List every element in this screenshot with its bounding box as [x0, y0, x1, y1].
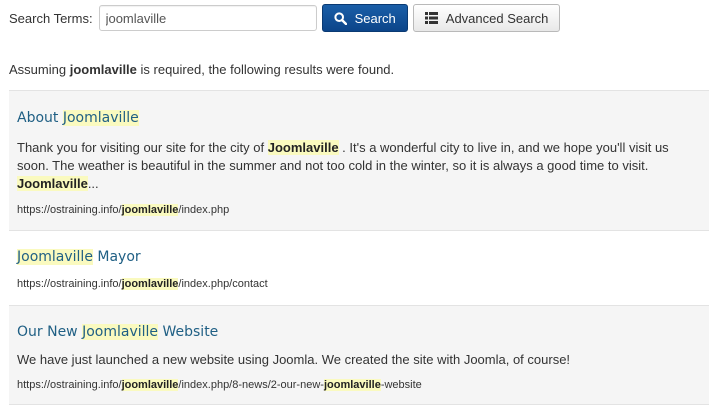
search-icon — [333, 11, 347, 25]
url-highlight: joomlaville — [121, 379, 179, 391]
search-summary: Assuming joomlaville is required, the fo… — [9, 62, 394, 77]
text-part: Thank you for visiting our site for the … — [17, 140, 268, 155]
url-part: /index.php/contact — [178, 278, 268, 290]
search-result: Our New Joomlaville Website We have just… — [9, 305, 709, 405]
text-highlight: Joomlaville — [267, 140, 339, 155]
title-highlight: Joomlaville — [82, 324, 159, 340]
search-button-label: Search — [354, 10, 396, 26]
url-part: /index.php — [178, 204, 230, 216]
result-title-link[interactable]: Joomlaville Mayor — [17, 248, 141, 266]
search-results: About Joomlaville Thank you for visiting… — [9, 90, 709, 405]
result-text: Thank you for visiting our site for the … — [17, 139, 701, 193]
url-highlight: joomlaville — [323, 379, 381, 391]
result-text: We have just launched a new website usin… — [17, 352, 571, 367]
search-result: About Joomlaville Thank you for visiting… — [9, 90, 709, 230]
url-highlight: joomlaville — [121, 204, 179, 216]
summary-term: joomlaville — [69, 62, 137, 77]
advanced-search-button[interactable]: Advanced Search — [412, 4, 561, 32]
summary-prefix: Assuming — [9, 62, 70, 77]
result-url: https://ostraining.info/joomlaville/inde… — [17, 378, 701, 392]
url-part: https://ostraining.info/ — [17, 204, 122, 216]
search-result: Joomlaville Mayor https://ostraining.inf… — [9, 230, 709, 305]
url-part: https://ostraining.info/ — [17, 379, 122, 391]
url-part: -website — [380, 379, 422, 391]
title-text: Our New — [17, 324, 83, 340]
advanced-search-label: Advanced Search — [445, 10, 549, 26]
text-part: ... — [87, 176, 99, 191]
text-highlight: Joomlaville — [17, 176, 88, 191]
title-text: Website — [158, 324, 219, 340]
result-title-link[interactable]: Our New Joomlaville Website — [17, 323, 218, 341]
search-bar: Search Terms: Search Advanced Search — [9, 4, 709, 32]
summary-suffix: is required, the following results were … — [136, 62, 395, 77]
url-part: /index.php/8-news/2-our-new- — [178, 379, 324, 391]
search-input[interactable] — [98, 5, 317, 31]
result-url: https://ostraining.info/joomlaville/inde… — [17, 277, 701, 291]
search-button[interactable]: Search — [321, 4, 408, 32]
url-highlight: joomlaville — [121, 278, 179, 290]
result-url: https://ostraining.info/joomlaville/inde… — [17, 203, 701, 217]
title-highlight: Joomlaville — [17, 249, 93, 265]
url-part: https://ostraining.info/ — [17, 278, 122, 290]
search-terms-label: Search Terms: — [9, 10, 93, 26]
title-text: About — [17, 110, 63, 126]
result-title-link[interactable]: About Joomlaville — [17, 109, 139, 127]
title-text: Mayor — [92, 249, 141, 265]
list-icon — [424, 12, 438, 24]
title-highlight: Joomlaville — [62, 110, 139, 126]
